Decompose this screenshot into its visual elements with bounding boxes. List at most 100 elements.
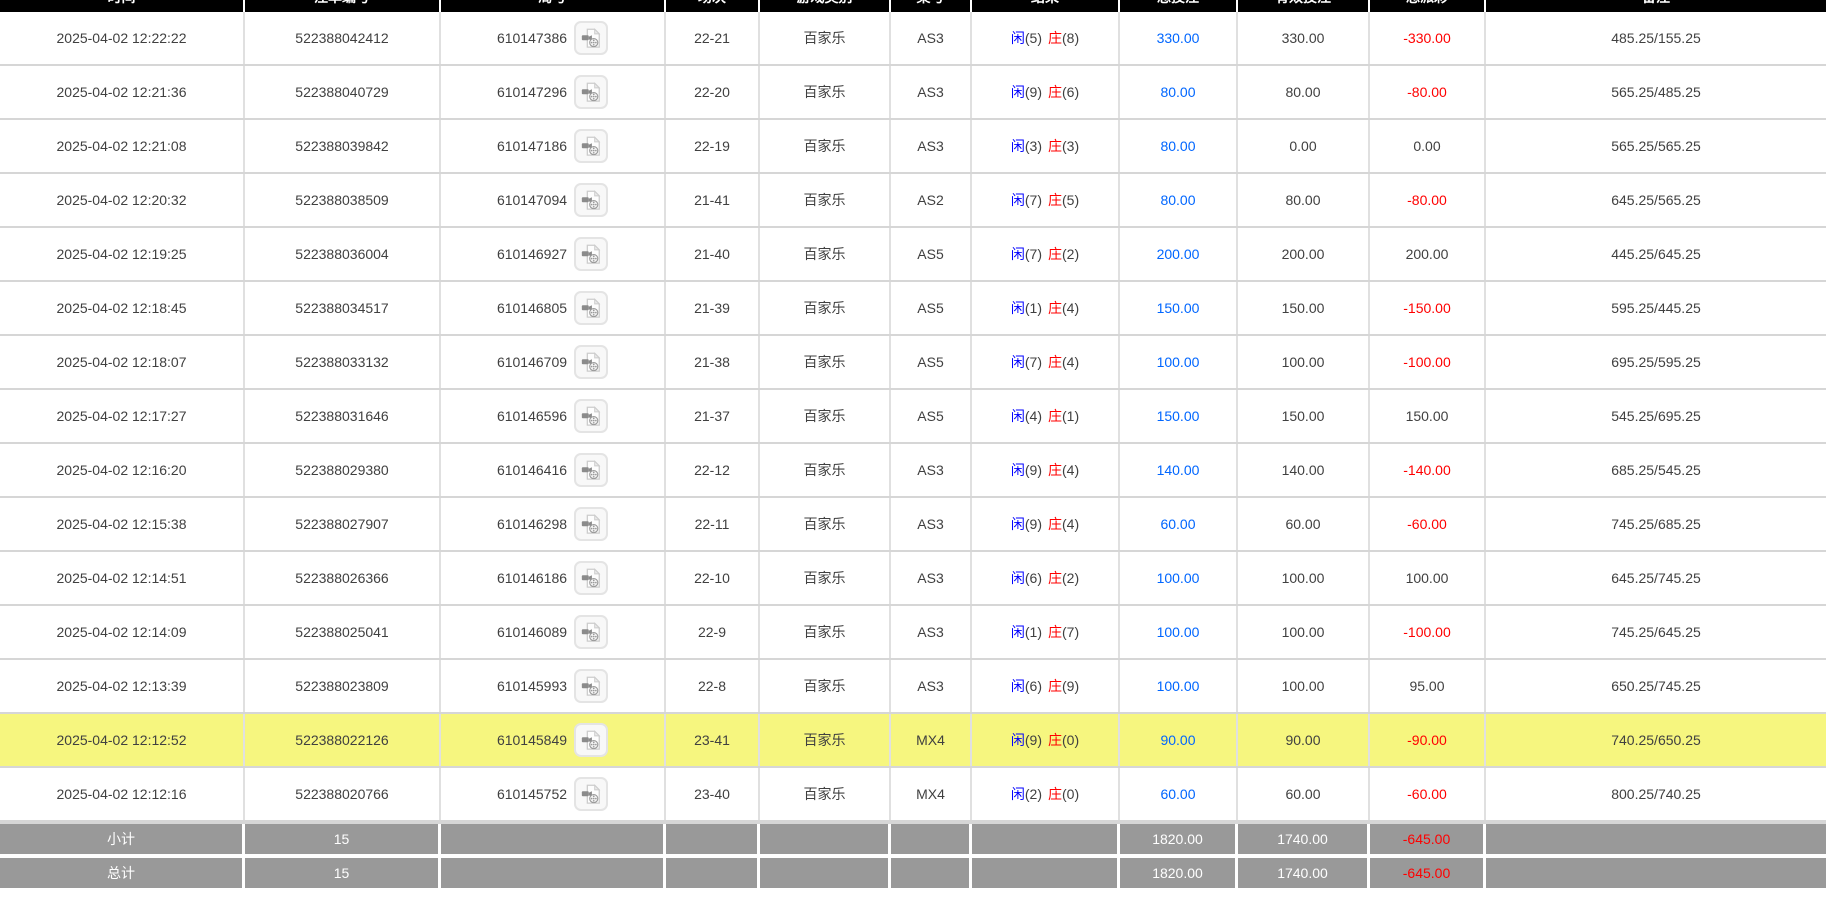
player-score: (2) bbox=[1025, 786, 1042, 802]
cell-round-id: 610146709 bbox=[441, 336, 666, 388]
cell-result: 闲(6)庄(2) bbox=[972, 552, 1120, 604]
video-file-icon bbox=[580, 81, 602, 103]
video-replay-button[interactable] bbox=[574, 237, 608, 271]
cell-session: 21-39 bbox=[666, 282, 760, 334]
cell-total-bet[interactable]: 100.00 bbox=[1120, 660, 1238, 712]
column-header: 注单编号 bbox=[245, 0, 441, 12]
cell-time: 2025-04-02 12:18:45 bbox=[0, 282, 245, 334]
summary-payout: -645.00 bbox=[1370, 858, 1486, 888]
cell-game-type: 百家乐 bbox=[760, 66, 891, 118]
cell-total-bet[interactable]: 60.00 bbox=[1120, 498, 1238, 550]
summary-label: 小计 bbox=[0, 824, 245, 854]
cell-total-bet[interactable]: 90.00 bbox=[1120, 714, 1238, 766]
cell-total-bet[interactable]: 200.00 bbox=[1120, 228, 1238, 280]
cell-round-id: 610145849 bbox=[441, 714, 666, 766]
cell-game-type: 百家乐 bbox=[760, 498, 891, 550]
cell-session: 23-40 bbox=[666, 768, 760, 820]
cell-session: 22-11 bbox=[666, 498, 760, 550]
cell-remark: 565.25/485.25 bbox=[1486, 66, 1826, 118]
video-file-icon bbox=[580, 405, 602, 427]
cell-payout: -330.00 bbox=[1370, 12, 1486, 64]
cell-result: 闲(7)庄(5) bbox=[972, 174, 1120, 226]
cell-round-id: 610146298 bbox=[441, 498, 666, 550]
cell-remark: 595.25/445.25 bbox=[1486, 282, 1826, 334]
cell-total-bet[interactable]: 330.00 bbox=[1120, 12, 1238, 64]
cell-round-id: 610147186 bbox=[441, 120, 666, 172]
cell-total-bet[interactable]: 140.00 bbox=[1120, 444, 1238, 496]
banker-score: (4) bbox=[1062, 462, 1079, 478]
column-header: 桌号 bbox=[891, 0, 972, 12]
column-header: 结果 bbox=[972, 0, 1120, 12]
cell-total-bet[interactable]: 150.00 bbox=[1120, 390, 1238, 442]
video-file-icon bbox=[580, 729, 602, 751]
banker-label: 庄 bbox=[1048, 730, 1062, 750]
cell-round-id: 610146596 bbox=[441, 390, 666, 442]
video-replay-button[interactable] bbox=[574, 723, 608, 757]
video-replay-button[interactable] bbox=[574, 507, 608, 541]
video-replay-button[interactable] bbox=[574, 75, 608, 109]
cell-round-id: 610147094 bbox=[441, 174, 666, 226]
player-label: 闲 bbox=[1011, 514, 1025, 534]
cell-valid-bet: 330.00 bbox=[1238, 12, 1370, 64]
video-replay-button[interactable] bbox=[574, 291, 608, 325]
video-replay-button[interactable] bbox=[574, 129, 608, 163]
cell-time: 2025-04-02 12:16:20 bbox=[0, 444, 245, 496]
table-row: 2025-04-02 12:21:08 522388039842 6101471… bbox=[0, 120, 1826, 174]
cell-total-bet[interactable]: 60.00 bbox=[1120, 768, 1238, 820]
video-file-icon bbox=[580, 459, 602, 481]
player-score: (1) bbox=[1025, 624, 1042, 640]
video-file-icon bbox=[580, 783, 602, 805]
banker-label: 庄 bbox=[1048, 784, 1062, 804]
cell-total-bet[interactable]: 100.00 bbox=[1120, 606, 1238, 658]
cell-valid-bet: 150.00 bbox=[1238, 282, 1370, 334]
cell-total-bet[interactable]: 100.00 bbox=[1120, 336, 1238, 388]
cell-total-bet[interactable]: 80.00 bbox=[1120, 174, 1238, 226]
video-file-icon bbox=[580, 189, 602, 211]
cell-session: 22-9 bbox=[666, 606, 760, 658]
video-replay-button[interactable] bbox=[574, 669, 608, 703]
cell-payout: -150.00 bbox=[1370, 282, 1486, 334]
player-label: 闲 bbox=[1011, 190, 1025, 210]
video-replay-button[interactable] bbox=[574, 345, 608, 379]
video-replay-button[interactable] bbox=[574, 561, 608, 595]
cell-session: 21-37 bbox=[666, 390, 760, 442]
cell-game-type: 百家乐 bbox=[760, 228, 891, 280]
player-score: (9) bbox=[1025, 732, 1042, 748]
cell-result: 闲(9)庄(0) bbox=[972, 714, 1120, 766]
cell-total-bet[interactable]: 80.00 bbox=[1120, 66, 1238, 118]
player-score: (7) bbox=[1025, 246, 1042, 262]
cell-total-bet[interactable]: 100.00 bbox=[1120, 552, 1238, 604]
cell-bet-id: 522388034517 bbox=[245, 282, 441, 334]
cell-table-no: AS3 bbox=[891, 498, 972, 550]
round-id-text: 610145752 bbox=[497, 786, 567, 802]
player-label: 闲 bbox=[1011, 352, 1025, 372]
cell-round-id: 610147386 bbox=[441, 12, 666, 64]
cell-total-bet[interactable]: 150.00 bbox=[1120, 282, 1238, 334]
cell-total-bet[interactable]: 80.00 bbox=[1120, 120, 1238, 172]
cell-game-type: 百家乐 bbox=[760, 768, 891, 820]
video-replay-button[interactable] bbox=[574, 615, 608, 649]
video-replay-button[interactable] bbox=[574, 453, 608, 487]
video-file-icon bbox=[580, 351, 602, 373]
video-file-icon bbox=[580, 243, 602, 265]
banker-label: 庄 bbox=[1048, 298, 1062, 318]
cell-round-id: 610146805 bbox=[441, 282, 666, 334]
cell-bet-id: 522388025041 bbox=[245, 606, 441, 658]
video-replay-button[interactable] bbox=[574, 21, 608, 55]
column-header: 局号 bbox=[441, 0, 666, 12]
cell-round-id: 610145993 bbox=[441, 660, 666, 712]
cell-time: 2025-04-02 12:20:32 bbox=[0, 174, 245, 226]
video-replay-button[interactable] bbox=[574, 399, 608, 433]
video-replay-button[interactable] bbox=[574, 777, 608, 811]
cell-bet-id: 522388020766 bbox=[245, 768, 441, 820]
banker-label: 庄 bbox=[1048, 406, 1062, 426]
cell-bet-id: 522388033132 bbox=[245, 336, 441, 388]
video-replay-button[interactable] bbox=[574, 183, 608, 217]
banker-label: 庄 bbox=[1048, 28, 1062, 48]
cell-time: 2025-04-02 12:18:07 bbox=[0, 336, 245, 388]
cell-session: 22-10 bbox=[666, 552, 760, 604]
cell-game-type: 百家乐 bbox=[760, 444, 891, 496]
player-label: 闲 bbox=[1011, 136, 1025, 156]
cell-result: 闲(9)庄(6) bbox=[972, 66, 1120, 118]
round-id-text: 610147186 bbox=[497, 138, 567, 154]
